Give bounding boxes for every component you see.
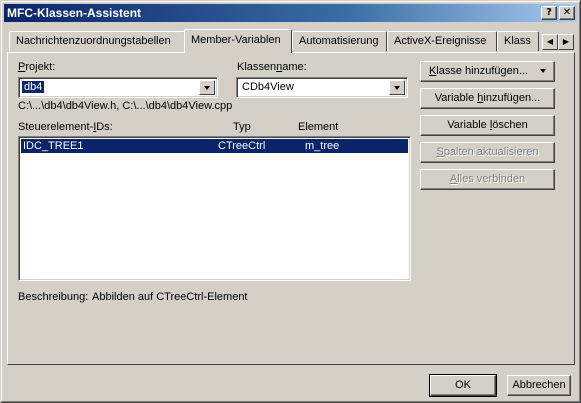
description-label: Beschreibung:: [18, 291, 89, 303]
bind-all-button[interactable]: Alles verbinden: [420, 169, 555, 190]
tab-scroll-left-button[interactable]: ◀: [542, 34, 558, 50]
tab-activex-events[interactable]: ActiveX-Ereignisse: [387, 31, 497, 51]
cancel-button[interactable]: Abbrechen: [507, 375, 571, 396]
chevron-down-icon[interactable]: [389, 80, 405, 95]
column-header-element: Element: [298, 121, 339, 133]
arrow-right-icon: ▶: [562, 37, 570, 46]
project-label: Projekt:: [18, 61, 56, 73]
classname-value: CDb4View: [242, 81, 294, 93]
description-value: Abbilden auf CTreeCtrl-Element: [92, 291, 248, 303]
list-item-element: m_tree: [305, 140, 340, 152]
column-header-type: Typ: [233, 121, 251, 133]
classname-label: Klassenname:: [237, 61, 307, 73]
help-button[interactable]: ?: [541, 6, 557, 20]
ok-button[interactable]: OK: [429, 374, 497, 397]
update-columns-button[interactable]: Spalten aktualisieren: [420, 142, 555, 163]
title-bar[interactable]: MFC-Klassen-Assistent ? ✕: [4, 4, 577, 22]
chevron-down-icon: [540, 69, 547, 74]
tab-label: Klass: [504, 35, 531, 47]
project-combobox[interactable]: db4: [18, 77, 218, 98]
project-value: db4: [20, 80, 46, 94]
list-item-id: IDC_TREE1: [23, 140, 84, 152]
tab-automation[interactable]: Automatisierung: [292, 31, 387, 51]
chevron-down-icon[interactable]: [199, 80, 215, 95]
tab-class-info[interactable]: Klass: [497, 31, 539, 51]
tab-label: Nachrichtenzuordnungstabellen: [16, 35, 171, 47]
add-variable-button[interactable]: Variable hinzufügen...: [420, 88, 555, 109]
list-item-type: CTreeCtrl: [218, 140, 266, 152]
tab-label: ActiveX-Ereignisse: [394, 35, 487, 47]
classname-combobox[interactable]: CDb4View: [236, 77, 408, 98]
control-ids-list[interactable]: IDC_TREE1 CTreeCtrl m_tree: [18, 136, 411, 281]
file-path: C:\...\db4\db4View.h, C:\...\db4\db4View…: [18, 100, 233, 112]
delete-variable-button[interactable]: Variable löschen: [420, 115, 555, 136]
close-icon: ✕: [562, 7, 572, 18]
mfc-class-wizard-window: MFC-Klassen-Assistent ? ✕ Nachrichtenzuo…: [0, 0, 581, 403]
list-item[interactable]: IDC_TREE1 CTreeCtrl m_tree: [21, 139, 408, 153]
arrow-left-icon: ◀: [546, 37, 554, 46]
column-header-ids: Steuerelement-IDs:: [18, 121, 113, 133]
close-button[interactable]: ✕: [559, 6, 575, 20]
window-title: MFC-Klassen-Assistent: [7, 6, 142, 20]
tab-scroll-right-button[interactable]: ▶: [558, 34, 574, 50]
help-icon: ?: [546, 7, 552, 18]
add-class-button[interactable]: Klasse hinzufügen...: [420, 61, 555, 82]
tab-message-maps[interactable]: Nachrichtenzuordnungstabellen: [9, 31, 185, 51]
tab-label: Automatisierung: [299, 35, 379, 47]
tab-label: Member-Variablen: [191, 34, 281, 46]
tab-member-variables[interactable]: Member-Variablen: [184, 29, 292, 53]
